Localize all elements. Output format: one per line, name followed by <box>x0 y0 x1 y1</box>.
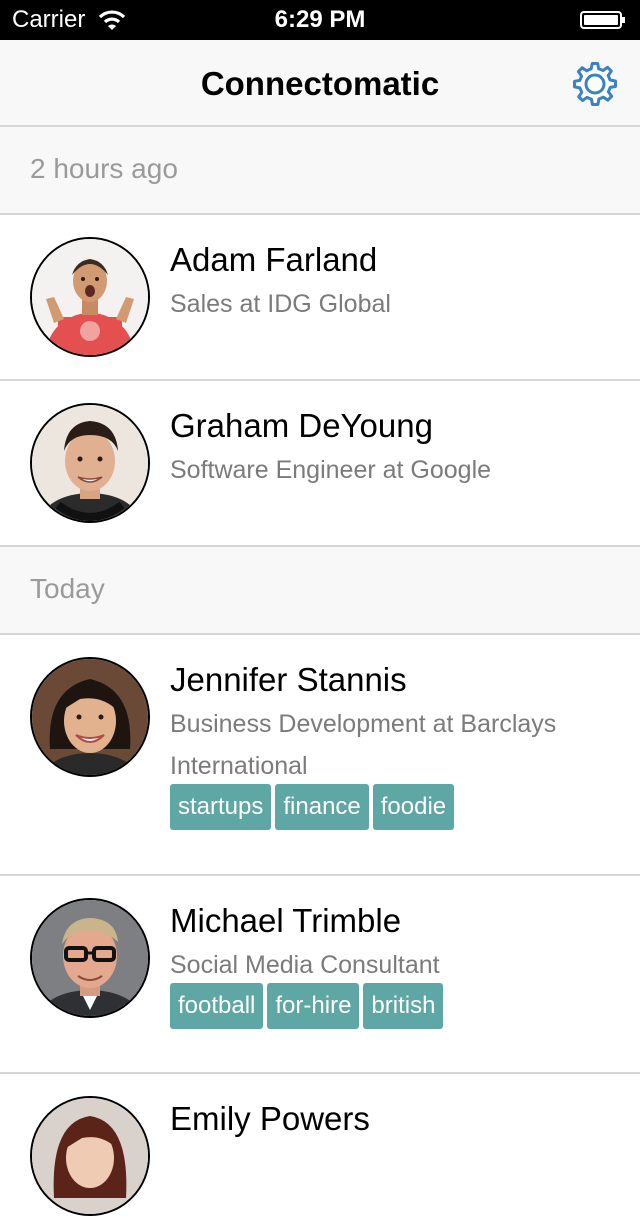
tag[interactable]: finance <box>275 784 369 830</box>
contact-title: Sales at IDG Global <box>170 290 391 318</box>
tag-list: football for-hire british <box>170 983 444 1029</box>
tag[interactable]: for-hire <box>267 983 360 1029</box>
tag-list: startups finance foodie <box>170 784 455 830</box>
contact-row-emily-powers[interactable]: Emily Powers <box>0 1074 640 1216</box>
tag[interactable]: foodie <box>372 784 455 830</box>
contact-row-michael-trimble[interactable]: Michael Trimble Social Media Consultant … <box>0 876 640 1074</box>
avatar <box>30 237 150 357</box>
section-header: 2 hours ago <box>0 127 640 215</box>
contact-row-jennifer-stannis[interactable]: Jennifer Stannis Business Development at… <box>0 635 640 876</box>
status-bar: Carrier 6:29 PM <box>0 0 640 40</box>
contact-row-graham-deyoung[interactable]: Graham DeYoung Software Engineer at Goog… <box>0 381 640 547</box>
gear-icon <box>573 62 617 106</box>
contact-name: Adam Farland <box>170 241 378 278</box>
section-header: Today <box>0 547 640 635</box>
page-title: Connectomatic <box>200 65 440 102</box>
contact-row-adam-farland[interactable]: Adam Farland Sales at IDG Global <box>0 215 640 381</box>
section-header-label: Today <box>30 573 105 604</box>
contact-name: Emily Powers <box>170 1100 370 1137</box>
section-header-label: 2 hours ago <box>30 153 178 184</box>
contact-title: Business Development at Barclays Interna… <box>170 710 557 780</box>
tag[interactable]: startups <box>170 784 272 830</box>
status-time: 6:29 PM <box>274 6 366 33</box>
contact-name: Graham DeYoung <box>170 407 433 444</box>
tag[interactable]: british <box>363 983 444 1029</box>
settings-button[interactable] <box>570 60 620 108</box>
contact-title: Social Media Consultant <box>170 951 440 979</box>
tag[interactable]: football <box>170 983 264 1029</box>
battery-icon <box>580 11 625 29</box>
avatar <box>30 898 150 1018</box>
avatar <box>30 1096 150 1216</box>
navigation-bar: Connectomatic <box>0 40 640 127</box>
avatar <box>30 657 150 777</box>
avatar <box>30 403 150 523</box>
contact-title: Software Engineer at Google <box>170 456 492 484</box>
contact-name: Michael Trimble <box>170 902 402 939</box>
contact-name: Jennifer Stannis <box>170 661 407 698</box>
